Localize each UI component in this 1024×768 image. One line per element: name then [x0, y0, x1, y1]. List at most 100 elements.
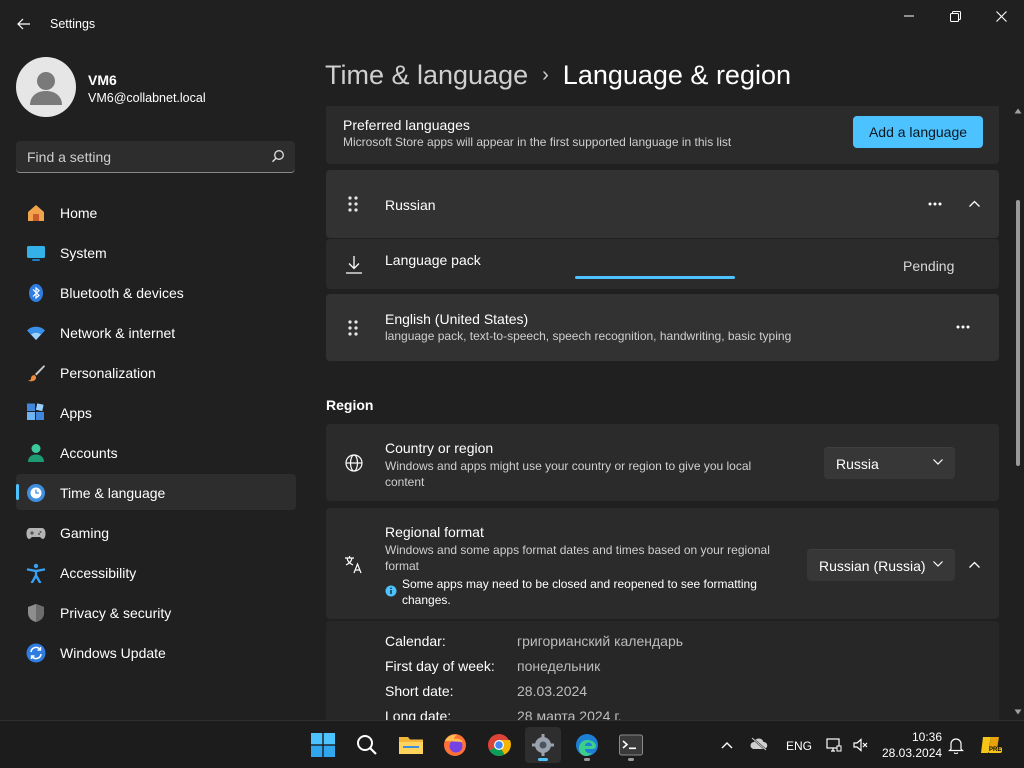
back-button[interactable] [8, 10, 40, 38]
chevron-down-icon [933, 561, 943, 567]
volume-muted-icon[interactable] [852, 737, 868, 753]
breadcrumb-parent-link[interactable]: Time & language [325, 60, 528, 91]
taskbar-firefox[interactable] [437, 727, 473, 763]
chevron-up-icon[interactable] [969, 200, 980, 207]
sidebar-item-label: Gaming [60, 525, 110, 541]
drag-handle-icon[interactable] [348, 196, 358, 212]
country-region-dropdown[interactable]: Russia [824, 447, 955, 479]
sidebar-item-windows-update[interactable]: Windows Update [16, 634, 296, 670]
sidebar-item-time-language[interactable]: Time & language [16, 474, 296, 510]
sidebar-item-home[interactable]: Home [16, 194, 296, 230]
breadcrumb: Time & language › Language & region [325, 60, 791, 91]
language-name: English (United States) [385, 311, 529, 327]
taskbar-settings[interactable] [525, 727, 561, 763]
copilot-pre-icon[interactable]: PRE [980, 733, 1004, 757]
taskbar-file-explorer[interactable] [393, 727, 429, 763]
sidebar-item-accounts[interactable]: Accounts [16, 434, 296, 470]
user-email: VM6@collabnet.local [88, 91, 206, 105]
detail-value: григорианский календарь [517, 633, 684, 649]
gear-icon [532, 734, 554, 756]
country-region-description: Windows and apps might use your country … [385, 459, 752, 489]
app-title: Settings [50, 17, 96, 31]
regional-format-dropdown[interactable]: Russian (Russia) [807, 549, 955, 581]
chevron-up-icon[interactable] [969, 561, 980, 568]
windows-logo-icon [311, 733, 335, 757]
drag-handle-icon[interactable] [348, 320, 358, 336]
clock-time[interactable]: 10:36 [912, 730, 942, 744]
progress-bar [575, 276, 735, 279]
globe-icon [345, 454, 363, 472]
start-button[interactable] [305, 727, 341, 763]
sidebar-item-apps[interactable]: Apps [16, 394, 296, 430]
maximize-button[interactable] [932, 4, 978, 28]
taskbar-terminal[interactable] [613, 727, 649, 763]
language-item-english[interactable]: English (United States) language pack, t… [326, 294, 999, 361]
scroll-down-arrow-icon[interactable] [1014, 709, 1022, 715]
chrome-icon [488, 734, 511, 756]
sidebar-item-privacy[interactable]: Privacy & security [16, 594, 296, 630]
terminal-icon [619, 734, 643, 756]
cloud-off-icon[interactable] [750, 737, 768, 751]
taskbar-chrome[interactable] [481, 727, 517, 763]
sidebar-item-system[interactable]: System [16, 234, 296, 270]
scrollbar-thumb[interactable] [1016, 200, 1020, 466]
network-monitor-icon[interactable] [826, 737, 842, 753]
detail-value: понедельник [517, 658, 601, 674]
apps-icon [27, 403, 44, 420]
shield-icon [28, 604, 44, 622]
search-input[interactable]: Find a setting [16, 141, 295, 173]
taskbar-search-button[interactable] [349, 727, 385, 763]
minimize-button[interactable] [886, 4, 932, 28]
sidebar-item-gaming[interactable]: Gaming [16, 514, 296, 550]
language-item-russian[interactable]: Russian [326, 170, 999, 238]
input-language-indicator[interactable]: ENG [786, 739, 812, 753]
gamepad-icon [26, 528, 46, 539]
regional-format-title: Regional format [385, 524, 484, 540]
wifi-icon [27, 326, 45, 340]
preferred-languages-description: Microsoft Store apps will appear in the … [343, 135, 732, 149]
regional-format-info: Some apps may need to be closed and reop… [402, 577, 757, 607]
sidebar-item-label: Time & language [60, 485, 166, 501]
system-icon [27, 246, 45, 261]
more-options-icon[interactable] [928, 202, 942, 206]
scroll-up-arrow-icon[interactable] [1014, 108, 1022, 114]
region-heading: Region [326, 397, 374, 413]
running-indicator [584, 758, 590, 761]
update-icon [26, 643, 46, 663]
dropdown-value: Russian (Russia) [819, 558, 926, 574]
bell-icon[interactable] [948, 737, 964, 754]
language-pack-label: Language pack [385, 252, 481, 268]
sidebar-item-label: Personalization [60, 365, 156, 381]
firefox-icon [444, 734, 466, 756]
taskbar-edge[interactable] [569, 727, 605, 763]
accounts-icon [28, 444, 44, 462]
sidebar-item-label: Bluetooth & devices [60, 285, 184, 301]
user-name: VM6 [88, 72, 117, 88]
sidebar-item-label: Privacy & security [60, 605, 172, 621]
sidebar-item-personalization[interactable]: Personalization [16, 354, 296, 390]
search-icon [272, 150, 284, 163]
clock-date[interactable]: 28.03.2024 [882, 746, 942, 760]
sidebar-item-accessibility[interactable]: Accessibility [16, 554, 296, 590]
chevron-up-icon[interactable] [721, 741, 733, 749]
globe-clock-icon [27, 484, 45, 502]
regional-format-description: Windows and some apps format dates and t… [385, 543, 770, 573]
regional-format-details: Calendar: григорианский календарь First … [326, 621, 999, 720]
brush-icon [28, 365, 45, 382]
taskbar: ENG 10:36 28.03.2024 PRE [0, 720, 1024, 768]
person-icon [30, 72, 62, 105]
close-button[interactable] [978, 4, 1024, 28]
scrollbar[interactable] [1012, 106, 1024, 720]
more-options-icon[interactable] [956, 325, 970, 329]
avatar[interactable] [16, 57, 76, 117]
sidebar-nav: Home System Bluetooth & devices Network … [16, 194, 296, 674]
sidebar-item-network[interactable]: Network & internet [16, 314, 296, 350]
detail-value: 28.03.2024 [517, 683, 588, 699]
add-language-button[interactable]: Add a language [853, 116, 983, 148]
main-content: Preferred languages Microsoft Store apps… [326, 106, 1000, 720]
regional-format-card[interactable]: Regional format Windows and some apps fo… [326, 508, 999, 619]
sidebar-item-label: Accessibility [60, 565, 137, 581]
close-icon [995, 10, 1007, 22]
running-indicator [538, 758, 548, 761]
sidebar-item-bluetooth[interactable]: Bluetooth & devices [16, 274, 296, 310]
